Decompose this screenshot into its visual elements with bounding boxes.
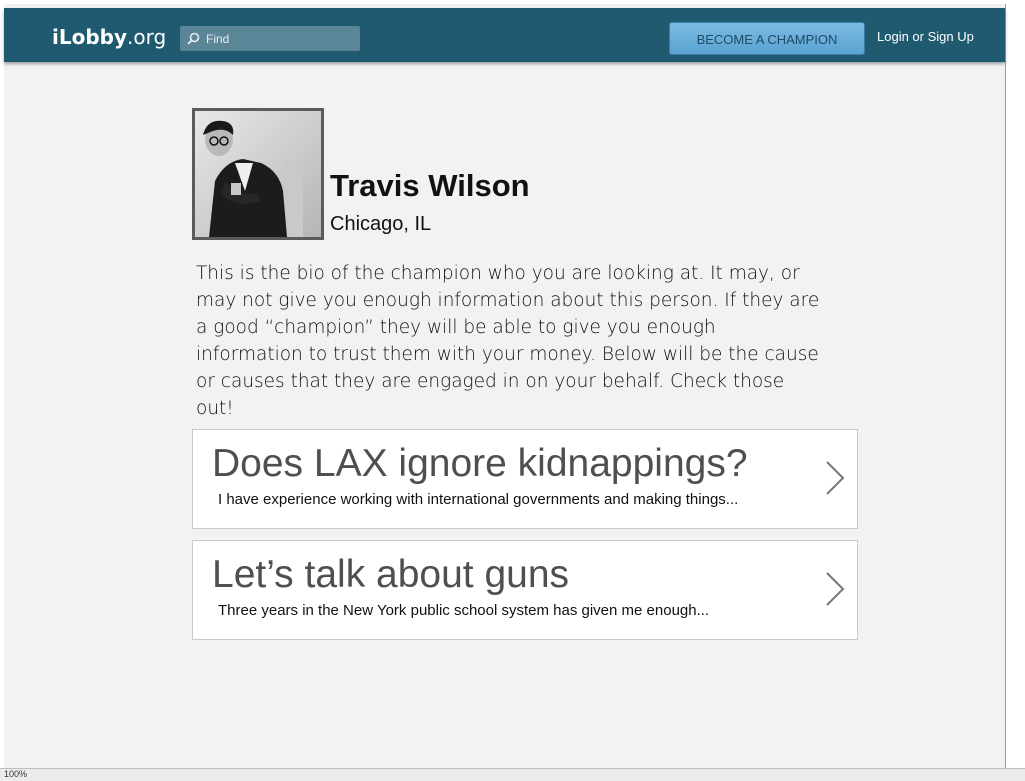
page-canvas: iLobby.org BECOME A CHAMPION Login or Si… <box>4 4 1006 768</box>
cause-title: Does LAX ignore kidnappings? <box>212 442 748 485</box>
cause-summary: Three years in the New York public schoo… <box>218 602 710 619</box>
cause-card[interactable]: Let’s talk about guns Three years in the… <box>192 540 858 640</box>
status-bar: 100% <box>0 768 1025 781</box>
logo-tld: .org <box>127 25 167 49</box>
become-champion-button[interactable]: BECOME A CHAMPION <box>669 22 865 55</box>
champion-name: Travis Wilson <box>330 168 530 203</box>
site-logo[interactable]: iLobby.org <box>52 25 166 49</box>
chevron-right-icon <box>826 461 845 495</box>
champion-location: Chicago, IL <box>330 213 432 235</box>
cause-title: Let’s talk about guns <box>212 553 570 596</box>
search-input[interactable] <box>204 29 358 49</box>
top-navigation-bar: iLobby.org BECOME A CHAMPION Login or Si… <box>4 8 1005 62</box>
champion-bio: This is the bio of the champion who you … <box>196 263 820 419</box>
cause-summary: I have experience working with internati… <box>218 491 739 508</box>
zoom-level[interactable]: 100% <box>4 769 27 779</box>
logo-name: iLobby <box>52 25 128 49</box>
profile-photo <box>195 111 321 237</box>
chevron-right-icon <box>826 572 845 606</box>
login-signup-link[interactable]: Login or Sign Up <box>877 29 974 44</box>
search-box[interactable] <box>180 26 360 51</box>
avatar <box>192 108 324 240</box>
search-icon <box>187 32 200 45</box>
cause-card[interactable]: Does LAX ignore kidnappings? I have expe… <box>192 429 858 529</box>
